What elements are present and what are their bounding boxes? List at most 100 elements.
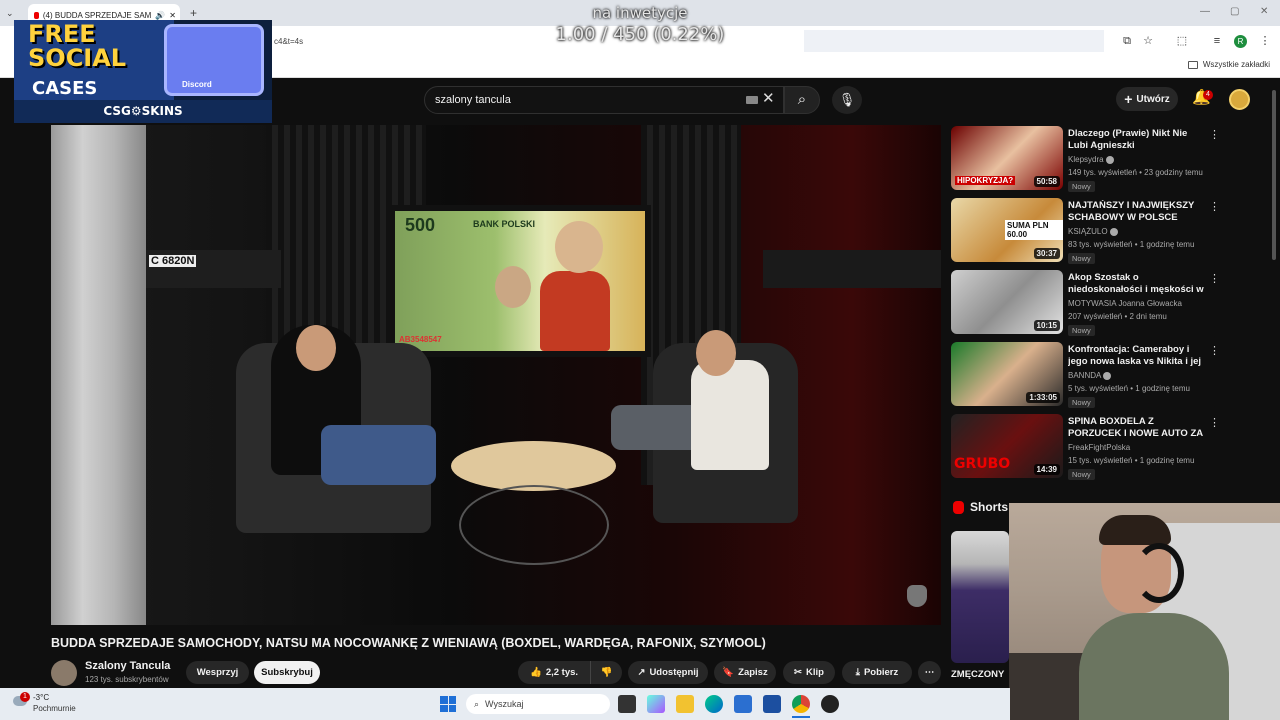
csgo-skins-ad[interactable]: FREE SOCIAL CASES Discord CSG⚙SKINS [14, 20, 272, 123]
more-vertical-icon[interactable]: ⋮ [1209, 200, 1220, 213]
host-left-legs [321, 425, 436, 485]
more-actions-button[interactable]: ⋯ [918, 661, 941, 684]
verified-icon [1109, 227, 1118, 236]
recommendation-title[interactable]: SPINA BOXDELA Z PORZUCEK I NOWE AUTO ZA … [1068, 416, 1206, 440]
recommendation-channel[interactable]: BANNDA [1068, 371, 1112, 380]
recommendation-title[interactable]: Akop Szostak o niedoskonałości i męskośc… [1068, 272, 1206, 296]
save-button[interactable]: 🔖 Zapisz [714, 661, 776, 684]
recommendation-item[interactable]: GRUBO 14:39 SPINA BOXDELA Z PORZUCEK I N… [951, 414, 1220, 482]
share-button[interactable]: ↗ Udostępnij [628, 661, 708, 684]
clip-label: Klip [806, 667, 824, 678]
new-tab-button[interactable]: + [190, 6, 197, 20]
download-button[interactable]: ⤓ Pobierz [842, 661, 912, 684]
recommendation-thumbnail[interactable]: 1:33:05 [951, 342, 1063, 406]
recommendation-thumbnail[interactable]: HIPOKRYZJA? 50:58 [951, 126, 1063, 190]
outlook-icon[interactable] [734, 695, 752, 713]
bookmark-icon: 🔖 [722, 667, 735, 678]
keyboard-icon[interactable] [746, 96, 758, 104]
more-vertical-icon[interactable]: ⋮ [1209, 344, 1220, 357]
more-vertical-icon[interactable]: ⋮ [1209, 272, 1220, 285]
ad-brand: CSG⚙SKINS [14, 100, 272, 123]
recommendation-meta: 5 tys. wyświetleń • 1 godzinę temu [1068, 384, 1190, 393]
recommendation-channel[interactable]: FreakFightPolska [1068, 443, 1130, 452]
clear-search-icon[interactable]: ✕ [762, 89, 775, 107]
recommendation-thumbnail[interactable]: GRUBO 14:39 [951, 414, 1063, 478]
voice-search-button[interactable]: 🎙 [832, 86, 862, 114]
share-icon: ↗ [637, 667, 646, 678]
extensions-icon[interactable]: ⬚ [1175, 34, 1189, 48]
address-bar-extension[interactable] [804, 30, 1104, 52]
channel-name[interactable]: Szalony Tancula [85, 660, 170, 672]
store-icon[interactable] [763, 695, 781, 713]
recommendation-thumbnail[interactable]: SUMA PLN 60.00 30:37 [951, 198, 1063, 262]
chrome-icon[interactable] [792, 695, 810, 713]
all-bookmarks-button[interactable]: Wszystkie zakładki [1187, 60, 1270, 69]
video-player[interactable]: C 6820N 500 BANK POLSKI AB3548547 [51, 125, 941, 625]
recommendation-title[interactable]: NAJTAŃSZY I NAJWIĘKSZY SCHABOWY W POLSCE [1068, 200, 1206, 224]
search-button[interactable]: ⌕ [784, 86, 820, 114]
page-scrollbar[interactable] [1272, 90, 1276, 260]
reading-list-icon[interactable]: ≡ [1210, 34, 1224, 48]
copilot-icon[interactable] [647, 695, 665, 713]
dislike-button[interactable]: 👎 [590, 661, 622, 684]
thumbs-down-icon: 👎 [600, 667, 613, 678]
short-thumbnail[interactable] [951, 531, 1009, 663]
weather-temperature[interactable]: -3°C [33, 693, 49, 702]
maximize-button[interactable]: ▢ [1230, 6, 1239, 17]
bookmark-star-icon[interactable]: ☆ [1141, 34, 1155, 48]
cartoon-face-2 [495, 266, 531, 308]
tab-search-chevron-icon[interactable]: ⌄ [6, 8, 14, 19]
short-title[interactable]: ZMĘCZONY [951, 669, 1004, 680]
ad-discord-label: Discord [182, 80, 212, 89]
webcam-person-hair [1099, 515, 1171, 545]
like-button[interactable]: 👍 2,2 tys. [518, 661, 590, 684]
recommendation-item[interactable]: 10:15 Akop Szostak o niedoskonałości i m… [951, 270, 1220, 338]
create-button[interactable]: + Utwórz [1116, 87, 1178, 111]
recommendation-channel[interactable]: MOTYWASIA Joanna Głowacka [1068, 299, 1182, 308]
recommendation-item[interactable]: SUMA PLN 60.00 30:37 NAJTAŃSZY I NAJWIĘK… [951, 198, 1220, 266]
edge-icon[interactable] [705, 695, 723, 713]
close-window-button[interactable]: ✕ [1260, 6, 1268, 17]
share-label: Udostępnij [649, 667, 699, 678]
shelf-right [763, 250, 941, 288]
address-bar[interactable]: c4&t=4s [270, 30, 478, 52]
task-view-icon[interactable] [618, 695, 636, 713]
more-horizontal-icon: ⋯ [924, 667, 935, 678]
recommendation-thumbnail[interactable]: 10:15 [951, 270, 1063, 334]
verified-icon [1105, 155, 1114, 164]
plus-icon: + [1124, 91, 1133, 107]
minimize-button[interactable]: — [1200, 6, 1210, 17]
shorts-logo-icon [953, 500, 964, 514]
shorts-heading: Shorts [970, 500, 1009, 514]
browser-menu-icon[interactable]: ⋮ [1258, 34, 1272, 48]
banknote-denomination: 500 [405, 215, 436, 235]
weather-description[interactable]: Pochmurnie [33, 704, 76, 713]
search-input[interactable]: szalony tancula [424, 86, 784, 114]
cartoon-face-1 [555, 221, 603, 273]
support-button[interactable]: Wesprzyj [186, 661, 249, 684]
channel-label: Klepsydra [1068, 155, 1104, 164]
channel-avatar[interactable] [51, 660, 77, 686]
subscribe-button[interactable]: Subskrybuj [254, 661, 320, 684]
file-explorer-icon[interactable] [676, 695, 694, 713]
windows-start-button[interactable] [440, 696, 456, 712]
profile-avatar[interactable]: R [1234, 35, 1247, 48]
recommendation-item[interactable]: HIPOKRYZJA? 50:58 Dlaczego (Prawie) Nikt… [951, 126, 1220, 194]
recommendation-title[interactable]: Dlaczego (Prawie) Nikt Nie Lubi Agnieszk… [1068, 128, 1206, 152]
obs-icon[interactable] [821, 695, 839, 713]
account-avatar[interactable] [1229, 89, 1250, 110]
taskbar-search[interactable]: ⌕ Wyszukaj [466, 694, 610, 714]
recommendation-channel[interactable]: Klepsydra [1068, 155, 1114, 164]
ad-free-text: FREE [28, 20, 96, 48]
guest-right-head [696, 330, 736, 376]
search-icon: ⌕ [474, 698, 480, 709]
recommendation-title[interactable]: Konfrontacja: Cameraboy i jego nowa lask… [1068, 344, 1206, 368]
more-vertical-icon[interactable]: ⋮ [1209, 416, 1220, 429]
speaker-icon[interactable]: 🔊 [155, 11, 165, 20]
clip-button[interactable]: ✂ Klip [783, 661, 835, 684]
cast-icon[interactable]: ⧉ [1120, 34, 1134, 48]
recommendation-channel[interactable]: KSIĄŻULO [1068, 227, 1118, 236]
more-vertical-icon[interactable]: ⋮ [1209, 128, 1220, 141]
recommendation-item[interactable]: 1:33:05 Konfrontacja: Cameraboy i jego n… [951, 342, 1220, 410]
tab-close-icon[interactable]: ✕ [169, 11, 180, 20]
